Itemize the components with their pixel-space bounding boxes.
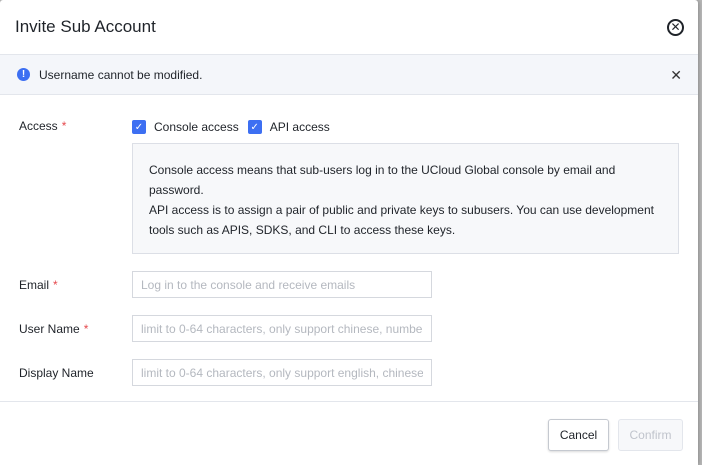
user-name-input[interactable] bbox=[132, 315, 432, 342]
console-access-checkbox[interactable]: ✓ bbox=[132, 120, 146, 134]
console-access-description: Console access means that sub-users log … bbox=[149, 163, 616, 197]
alert-content: ! Username cannot be modified. bbox=[17, 68, 202, 82]
access-description: Console access means that sub-users log … bbox=[132, 143, 679, 254]
dialog-header: Invite Sub Account ✕ bbox=[0, 0, 698, 55]
access-options: ✓ Console access ✓ API access bbox=[132, 120, 339, 134]
cancel-button[interactable]: Cancel bbox=[548, 419, 609, 451]
access-label: Access * bbox=[19, 119, 67, 133]
invite-sub-account-dialog: Invite Sub Account ✕ ! Username cannot b… bbox=[0, 0, 698, 465]
close-icon[interactable]: ✕ bbox=[667, 18, 684, 36]
form-body: Access * ✓ Console access ✓ API access Co… bbox=[0, 95, 698, 402]
api-access-label[interactable]: API access bbox=[270, 120, 330, 134]
confirm-button[interactable]: Confirm bbox=[618, 419, 683, 451]
display-name-input[interactable] bbox=[132, 359, 432, 386]
info-alert: ! Username cannot be modified. ✕ bbox=[0, 55, 698, 95]
alert-close-icon[interactable]: ✕ bbox=[670, 68, 682, 82]
api-access-checkbox[interactable]: ✓ bbox=[247, 120, 262, 134]
console-access-label[interactable]: Console access bbox=[154, 120, 239, 134]
alert-message: Username cannot be modified. bbox=[39, 67, 203, 82]
api-access-description: API access is to assign a pair of public… bbox=[149, 203, 654, 237]
info-icon: ! bbox=[17, 68, 30, 81]
email-input[interactable] bbox=[132, 271, 432, 298]
dialog-title: Invite Sub Account bbox=[15, 17, 156, 36]
display-name-label: Display Name bbox=[19, 366, 94, 380]
dialog-footer: Cancel Confirm bbox=[0, 405, 698, 465]
email-label: Email * bbox=[19, 278, 58, 292]
user-name-label: User Name * bbox=[19, 322, 89, 336]
